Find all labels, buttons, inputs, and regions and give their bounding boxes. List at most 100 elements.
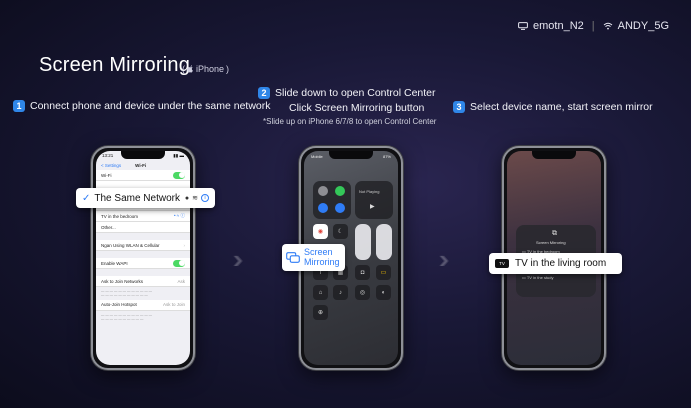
wapi-toggle[interactable] bbox=[173, 259, 185, 267]
paren-close: ) bbox=[226, 64, 230, 74]
screen-mirroring-button[interactable]: Screen Mirroring bbox=[282, 244, 345, 271]
same-network-callout: ✓ The Same Network ● ≋ i bbox=[76, 188, 215, 208]
step-2: 2 Slide down to open Control Center bbox=[258, 87, 436, 99]
settings-row-label: Ask to Join Networks bbox=[101, 278, 144, 284]
tv-living-room-callout[interactable]: TV TV in the living room bbox=[489, 253, 622, 274]
mirror-panel-title: Screen Mirroring bbox=[536, 240, 566, 245]
now-playing-tile[interactable]: Not Playing ▶ bbox=[355, 181, 393, 219]
back-button[interactable]: < Settings bbox=[101, 163, 121, 168]
settings-row[interactable]: Auto-Join Hotspot Ask to Join bbox=[96, 299, 190, 311]
step-3-text: Select device name, start screen mirror bbox=[470, 101, 653, 113]
apple-tv-icon: TV bbox=[495, 259, 509, 268]
screen-mirroring-line-2: Mirroring bbox=[304, 256, 340, 267]
screen-mirroring-label: Screen Mirroring bbox=[304, 247, 340, 267]
apple-icon bbox=[187, 65, 193, 73]
mirror-device-name: TV in the study bbox=[526, 275, 554, 280]
signal-icon: ▮▮ ▬ bbox=[173, 153, 184, 158]
step-2-text-secondary: Click Screen Mirroring button bbox=[289, 102, 425, 114]
wifi-settings-screen: 13:21 ▮▮ ▬ < Settings Wi-Fi Wi-Fi MY NET… bbox=[96, 151, 190, 365]
settings-row-label: Enable WAPI bbox=[101, 260, 128, 266]
sound-icon[interactable]: ♪ bbox=[333, 285, 348, 300]
battery-icon[interactable]: ▭ bbox=[376, 265, 391, 280]
info-icon[interactable]: i bbox=[201, 194, 209, 202]
step-2-text: Slide down to open Control Center bbox=[275, 87, 436, 99]
step-2-note: *Slide up on iPhone 6/7/8 to open Contro… bbox=[263, 117, 437, 126]
network-name: Other... bbox=[101, 224, 116, 230]
connectivity-tile[interactable] bbox=[313, 181, 351, 219]
step-1-number: 1 bbox=[13, 100, 25, 112]
dark-mode-icon[interactable]: ◐ bbox=[376, 285, 391, 300]
cellular-icon[interactable] bbox=[335, 186, 345, 196]
page-title: Screen Mirroring bbox=[39, 54, 191, 76]
same-network-label: The Same Network bbox=[94, 192, 180, 204]
step-1: 1 Connect phone and device under the sam… bbox=[13, 100, 271, 112]
lock-icon: ● bbox=[184, 194, 190, 202]
phone-time: 13:21 bbox=[102, 153, 114, 158]
moon-icon[interactable]: ☾ bbox=[333, 224, 348, 239]
battery-level: 87% bbox=[382, 154, 391, 159]
settings-row[interactable]: Ngan Using WLAN & Cellular › bbox=[96, 240, 190, 251]
wifi-icon bbox=[603, 22, 612, 30]
device-status: emotn_N2 bbox=[518, 20, 584, 32]
check-icon: ✓ bbox=[82, 192, 91, 204]
phone-notch bbox=[121, 151, 165, 159]
settings-row-label: Auto-Join Hotspot bbox=[101, 302, 137, 308]
step-1-text: Connect phone and device under the same … bbox=[30, 100, 271, 112]
phone-wifi-settings: 13:21 ▮▮ ▬ < Settings Wi-Fi Wi-Fi MY NET… bbox=[91, 146, 195, 370]
bluetooth-icon[interactable] bbox=[335, 203, 345, 213]
chevron-right-icon: › bbox=[183, 242, 186, 248]
status-bar: emotn_N2 | ANDY_5G bbox=[518, 20, 669, 32]
tv-living-room-label: TV in the living room bbox=[515, 258, 607, 269]
qr-scan-icon[interactable]: ⊕ bbox=[313, 305, 328, 320]
network-row[interactable]: Other... bbox=[96, 222, 190, 233]
rotation-lock-icon[interactable]: ◉ bbox=[313, 224, 328, 239]
wifi-toggle[interactable] bbox=[173, 171, 185, 179]
page-subtitle: ( iPhone ) bbox=[182, 64, 229, 74]
network-name: TV in the bedroom bbox=[101, 213, 139, 219]
brightness-slider[interactable] bbox=[355, 224, 371, 260]
step-2-number: 2 bbox=[258, 87, 270, 99]
wifi-status: ANDY_5G bbox=[603, 20, 669, 32]
play-icon[interactable]: ▶ bbox=[370, 203, 375, 210]
settings-title: Wi-Fi bbox=[135, 162, 147, 168]
phone-notch bbox=[329, 151, 373, 159]
wifi-toggle-label: Wi-Fi bbox=[101, 172, 112, 178]
mirror-device-item[interactable]: ▭ TV in the study bbox=[522, 275, 554, 280]
settings-row-value: Ask to Join bbox=[162, 302, 185, 308]
wifi-icon: ≋ bbox=[192, 195, 198, 202]
network-row[interactable]: TV in the bedroom • ≈ ⓘ bbox=[96, 211, 190, 222]
airplane-icon[interactable] bbox=[318, 186, 328, 196]
settings-nav: < Settings Wi-Fi bbox=[96, 160, 190, 170]
camera-icon[interactable]: ◘ bbox=[355, 265, 370, 280]
record-icon[interactable]: ◎ bbox=[355, 285, 370, 300]
home-icon[interactable]: ⌂ bbox=[313, 285, 328, 300]
wifi-toggle-icon[interactable] bbox=[318, 203, 328, 213]
settings-row-label: Ngan Using WLAN & Cellular bbox=[101, 242, 160, 248]
phone-notch bbox=[532, 151, 576, 159]
screen-mirroring-icon bbox=[286, 252, 300, 263]
device-name: emotn_N2 bbox=[533, 20, 584, 32]
wifi-toggle-row[interactable]: Wi-Fi bbox=[96, 170, 190, 181]
volume-slider[interactable] bbox=[376, 224, 392, 260]
now-playing-label: Not Playing bbox=[359, 189, 380, 194]
settings-row[interactable]: Enable WAPI bbox=[96, 258, 190, 269]
status-divider: | bbox=[591, 20, 595, 32]
settings-note: — — — — — — — — — — — — — — — — — — — — —… bbox=[101, 312, 153, 322]
settings-row[interactable]: Ask to Join Networks Ask bbox=[96, 276, 190, 287]
settings-row-value: Ask bbox=[177, 278, 185, 284]
step-3-number: 3 bbox=[453, 101, 465, 113]
tv-icon: ▭ bbox=[522, 275, 526, 280]
step-3: 3 Select device name, start screen mirro… bbox=[453, 101, 653, 113]
wifi-name: ANDY_5G bbox=[617, 20, 669, 32]
network-indicators: ● ≋ i bbox=[185, 194, 209, 202]
lock-wifi-info-icon: • ≈ ⓘ bbox=[173, 213, 185, 218]
display-icon bbox=[518, 22, 528, 30]
subtitle-text: iPhone bbox=[196, 64, 225, 74]
carrier-name: Mobile bbox=[311, 154, 323, 159]
paren-open: ( bbox=[182, 64, 185, 74]
settings-note: — — — — — — — — — — — — — — — — — — — — —… bbox=[101, 289, 153, 298]
mirror-panel-icon: ⧉ bbox=[552, 230, 557, 237]
